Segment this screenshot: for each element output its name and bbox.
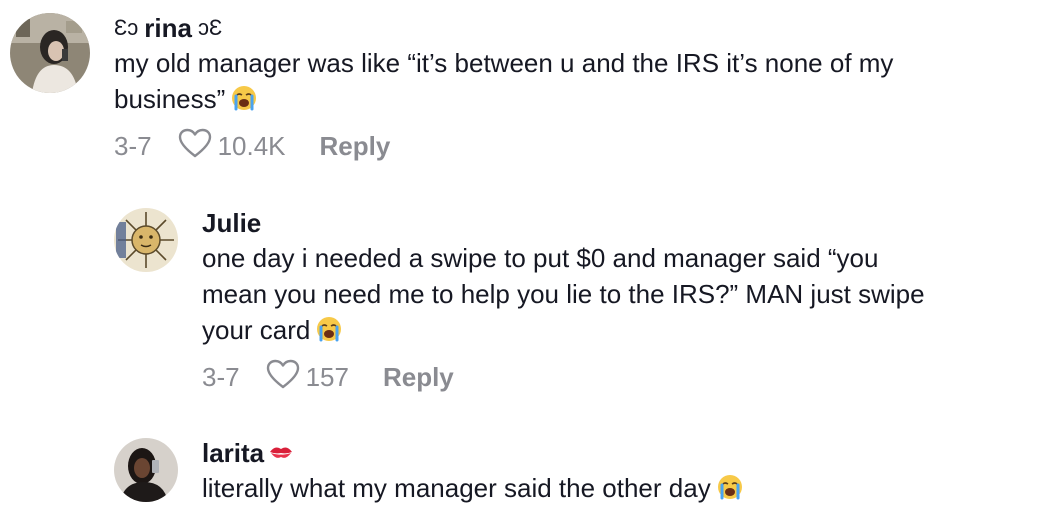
username-text[interactable]: larita — [202, 438, 264, 468]
comment-text-line: your card — [202, 315, 311, 345]
loudly-crying-face-icon — [717, 473, 743, 509]
username-decoration-left: Ɛɔ — [114, 15, 139, 40]
comment-text-line-wrap: business” — [114, 81, 893, 120]
username-text[interactable]: Julie — [202, 208, 261, 238]
reply-button[interactable]: Reply — [383, 362, 454, 393]
kiss-mark-icon — [268, 438, 294, 468]
like-count: 10.4K — [217, 131, 286, 161]
heart-icon[interactable] — [266, 359, 300, 396]
username-text[interactable]: rina — [144, 13, 192, 43]
loudly-crying-face-icon — [231, 84, 257, 120]
comment-larita: larita literally what my manager said th… — [114, 438, 743, 509]
comment-rina: Ɛɔ rina ɔƐ my old manager was like “it’s… — [10, 13, 893, 165]
comment-meta: 3-7 10.4K Reply — [114, 128, 893, 165]
comment-text-line: business” — [114, 84, 226, 114]
loudly-crying-face-icon — [316, 315, 342, 351]
username[interactable]: Julie — [202, 208, 925, 238]
comment-meta: 3-7 157 Reply — [202, 359, 925, 396]
comment-body: Julie one day i needed a swipe to put $0… — [202, 208, 925, 396]
comment-text: literally what my manager said the other… — [202, 470, 743, 509]
comment-text-line: mean you need me to help you lie to the … — [202, 279, 925, 309]
comment-body: Ɛɔ rina ɔƐ my old manager was like “it’s… — [114, 13, 893, 165]
comment-date: 3-7 — [202, 362, 240, 392]
username-decoration-right: ɔƐ — [197, 15, 223, 40]
comment-julie: Julie one day i needed a swipe to put $0… — [114, 208, 925, 396]
comment-text-line-wrap: your card — [202, 312, 925, 351]
comment-text: one day i needed a swipe to put $0 and m… — [202, 240, 925, 351]
username[interactable]: larita — [202, 438, 743, 468]
reply-button[interactable]: Reply — [320, 131, 391, 162]
heart-icon[interactable] — [178, 128, 212, 165]
avatar-julie[interactable] — [114, 208, 178, 272]
comment-text-line: literally what my manager said the other… — [202, 473, 711, 503]
like-button[interactable]: 10.4K — [178, 128, 286, 165]
like-count: 157 — [305, 362, 349, 392]
username[interactable]: Ɛɔ rina ɔƐ — [114, 13, 893, 43]
comment-date: 3-7 — [114, 131, 152, 161]
comment-text-line: my old manager was like “it’s between u … — [114, 48, 894, 78]
comment-text: my old manager was like “it’s between u … — [114, 45, 893, 120]
comment-text-line-wrap: literally what my manager said the other… — [202, 470, 743, 509]
avatar-rina[interactable] — [10, 13, 90, 93]
avatar-larita[interactable] — [114, 438, 178, 502]
comment-body: larita literally what my manager said th… — [202, 438, 743, 509]
like-button[interactable]: 157 — [266, 359, 349, 396]
comment-text-line: one day i needed a swipe to put $0 and m… — [202, 243, 879, 273]
